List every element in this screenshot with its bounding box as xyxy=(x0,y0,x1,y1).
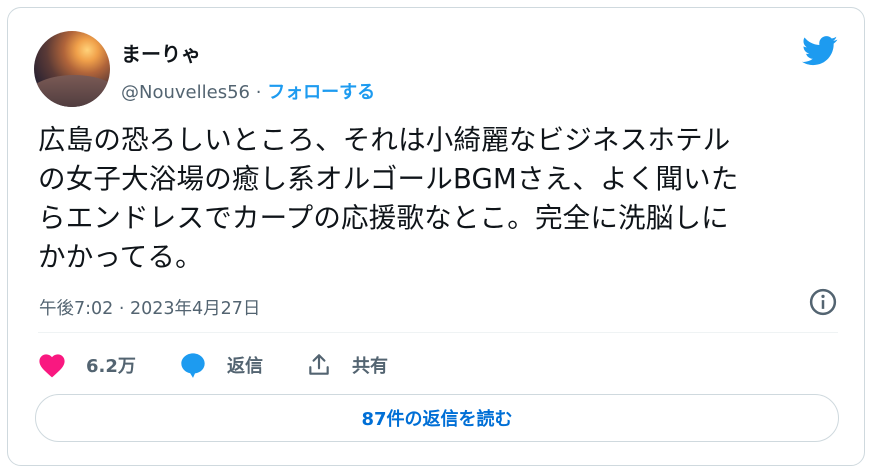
tweet-text-line: らエンドレスでカープの応援歌なとこ。完全に洗脳しに xyxy=(38,202,729,234)
tweet-card: まーりゃ @Nouvelles56 · フォローする 広島の恐ろしいところ、それ… xyxy=(7,7,865,466)
like-count: 6.2万 xyxy=(86,356,136,377)
info-icon[interactable] xyxy=(808,287,838,317)
avatar[interactable] xyxy=(34,31,110,107)
like-button[interactable]: 6.2万 xyxy=(38,349,136,381)
share-button[interactable]: 共有 xyxy=(306,349,388,381)
reply-button[interactable]: 返信 xyxy=(179,349,263,381)
handle-separator: · xyxy=(255,82,262,103)
tweet-text: 広島の恐ろしいところ、それは小綺麗なビジネスホテル の女子大浴場の癒し系オルゴー… xyxy=(38,121,838,277)
author-handle-line: @Nouvelles56 · フォローする xyxy=(121,78,375,104)
read-replies-button[interactable]: 87件の返信を読む xyxy=(35,394,839,442)
share-icon xyxy=(309,354,329,375)
author-handle[interactable]: @Nouvelles56 xyxy=(121,82,250,103)
author-display-name[interactable]: まーりゃ xyxy=(121,38,201,67)
heart-icon xyxy=(39,354,65,378)
tweet-text-line: 広島の恐ろしいところ、それは小綺麗なビジネスホテル xyxy=(38,124,731,156)
reply-bubble-icon xyxy=(181,353,205,378)
share-label: 共有 xyxy=(352,356,388,377)
follow-button[interactable]: フォローする xyxy=(267,82,375,103)
tweet-text-line: の女子大浴場の癒し系オルゴールBGMさえ、よく聞いた xyxy=(38,163,739,195)
reply-label: 返信 xyxy=(227,356,263,377)
tweet-timestamp[interactable]: 午後7:02 · 2023年4月27日 xyxy=(39,295,260,320)
twitter-bird-icon[interactable] xyxy=(802,36,838,66)
tweet-text-line: かかってる。 xyxy=(38,241,203,273)
divider xyxy=(38,332,838,333)
